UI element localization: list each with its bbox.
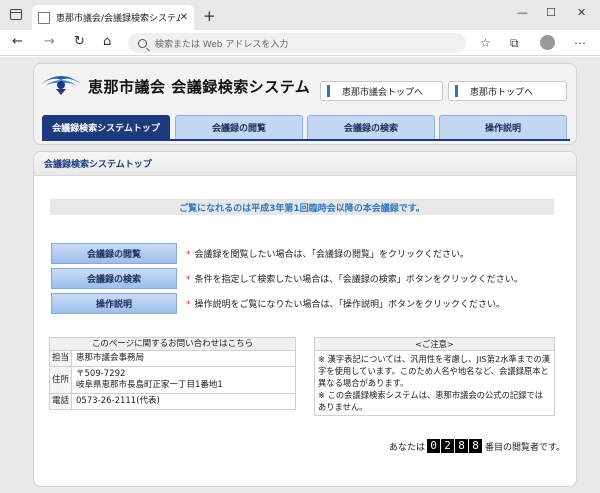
- availability-notice: ご覧になれるのは平成3年第1回臨時会以降の本会議録です。: [50, 199, 554, 215]
- browser-title-bar: 恵那市議会/会議録検索システム ✕ + — ☐ ✕: [0, 0, 600, 30]
- favorites-icon[interactable]: ☆: [480, 36, 491, 50]
- browser-tab[interactable]: 恵那市議会/会議録検索システム ✕: [32, 5, 194, 30]
- star-icon: *: [186, 250, 191, 260]
- contact-box: このページに関するお問い合わせはこちら 担当 恵那市議会事務局 住所 〒509-…: [49, 337, 296, 410]
- search-description-text: 条件を指定して検索したい場合は、「会議録の検索」ボタンをクリックください。: [194, 275, 523, 285]
- browse-description-text: 会議録を閲覧したい場合は、「会議録の閲覧」をクリックください。: [194, 250, 470, 260]
- browse-button[interactable]: 会議録の閲覧: [51, 243, 177, 264]
- minimize-icon[interactable]: —: [517, 6, 528, 19]
- browser-toolbar: ← → ↻ ⌂ 検索または Web アドレスを入力 ☆ ⧉ ⋯: [0, 30, 600, 56]
- visitor-counter: あなたは 0 2 8 8 番目の閲覧者です。: [389, 439, 565, 453]
- menu-icon[interactable]: ⋯: [574, 36, 586, 50]
- browse-description: * 会議録を閲覧したい場合は、「会議録の閲覧」をクリックください。: [186, 247, 469, 260]
- search-button[interactable]: 会議録の検索: [51, 268, 177, 289]
- help-button[interactable]: 操作説明: [51, 293, 177, 314]
- contact-value: 恵那市議会事務局: [76, 353, 145, 363]
- contact-value: 〒509-7292 岐阜県恵那市長島町正家一丁目1番地1: [72, 367, 295, 393]
- contact-row: 担当 恵那市議会事務局: [50, 351, 295, 367]
- nav-underline: [42, 139, 570, 141]
- contact-row: 住所 〒509-7292 岐阜県恵那市長島町正家一丁目1番地1: [50, 367, 295, 394]
- star-icon: *: [186, 300, 191, 310]
- new-tab-icon[interactable]: +: [203, 7, 216, 25]
- caution-body: ※ 漢字表記については、汎用性を考慮し、JIS第2水準までの漢字を使用しています…: [315, 351, 554, 415]
- address-bar[interactable]: 検索または Web アドレスを入力: [128, 33, 466, 53]
- profile-avatar[interactable]: [540, 35, 555, 50]
- counter-digit: 8: [455, 439, 469, 453]
- back-icon[interactable]: ←: [12, 34, 23, 49]
- contact-heading: このページに関するお問い合わせはこちら: [50, 338, 295, 351]
- web-page: 恵那市議会 会議録検索システム 恵那市議会トップへ 恵那市トップへ 会議録検索シ…: [0, 57, 600, 493]
- counter-digits: 0 2 8 8: [427, 439, 483, 453]
- caution-heading: <ご注意>: [315, 338, 554, 351]
- collections-icon[interactable]: ⧉: [510, 36, 519, 51]
- contact-row: 電話 0573-26-2111(代表): [50, 394, 295, 409]
- city-logo-icon: [41, 76, 81, 95]
- caution-line: ※ 漢字表記については、汎用性を考慮し、JIS第2水準までの漢字を使用しています…: [318, 354, 551, 388]
- city-top-link[interactable]: 恵那市トップへ: [448, 81, 567, 101]
- postal-code: 〒509-7292: [76, 369, 126, 379]
- search-description: * 条件を指定して検索したい場合は、「会議録の検索」ボタンをクリックください。: [186, 272, 523, 285]
- tab-close-icon[interactable]: ✕: [180, 12, 188, 23]
- star-icon: *: [186, 275, 191, 285]
- tab-title: 恵那市議会/会議録検索システム: [56, 14, 180, 24]
- counter-digit: 0: [427, 439, 441, 453]
- forward-icon[interactable]: →: [44, 34, 55, 49]
- site-header: 恵那市議会 会議録検索システム 恵那市議会トップへ 恵那市トップへ 会議録検索シ…: [33, 63, 577, 145]
- reload-icon[interactable]: ↻: [74, 34, 85, 49]
- link-bar-icon: [455, 85, 458, 97]
- tab-browse[interactable]: 会議録の閲覧: [175, 115, 303, 139]
- counter-digit: 2: [441, 439, 455, 453]
- home-icon[interactable]: ⌂: [103, 34, 111, 49]
- section-title: 会議録検索システムトップ: [34, 152, 576, 176]
- main-content: 会議録検索システムトップ ご覧になれるのは平成3年第1回臨時会以降の本会議録です…: [33, 151, 577, 487]
- counter-prefix: あなたは: [389, 442, 426, 453]
- contact-key: 電話: [50, 394, 72, 409]
- tab-help[interactable]: 操作説明: [439, 115, 567, 139]
- contact-key: 担当: [50, 351, 72, 366]
- tab-search[interactable]: 会議録の検索: [307, 115, 435, 139]
- contact-value: 0573-26-2111(代表): [76, 396, 160, 406]
- contact-key: 住所: [50, 367, 72, 393]
- caution-line: ※ この会議録検索システムは、恵那市議会の公式の記録ではありません。: [318, 390, 544, 412]
- help-description: * 操作説明をご覧になりたい場合は、「操作説明」ボタンをクリックください。: [186, 297, 505, 310]
- counter-digit: 8: [469, 439, 483, 453]
- council-top-label: 恵那市議会トップへ: [342, 87, 424, 98]
- address: 岐阜県恵那市長島町正家一丁目1番地1: [76, 380, 223, 390]
- council-top-link[interactable]: 恵那市議会トップへ: [320, 81, 443, 101]
- search-icon: [138, 38, 147, 48]
- tab-actions-icon[interactable]: [10, 9, 22, 20]
- address-placeholder: 検索または Web アドレスを入力: [155, 39, 289, 50]
- caution-box: <ご注意> ※ 漢字表記については、汎用性を考慮し、JIS第2水準までの漢字を使…: [314, 337, 555, 416]
- tab-top[interactable]: 会議録検索システムトップ: [42, 115, 170, 139]
- link-bar-icon: [327, 85, 330, 97]
- help-description-text: 操作説明をご覧になりたい場合は、「操作説明」ボタンをクリックください。: [194, 300, 506, 310]
- site-title: 恵那市議会 会議録検索システム: [88, 78, 311, 96]
- favicon-icon: [38, 11, 50, 24]
- maximize-icon[interactable]: ☐: [546, 6, 556, 19]
- city-top-label: 恵那市トップへ: [470, 87, 534, 98]
- close-window-icon[interactable]: ✕: [577, 6, 586, 19]
- counter-suffix: 番目の閲覧者です。: [485, 442, 566, 453]
